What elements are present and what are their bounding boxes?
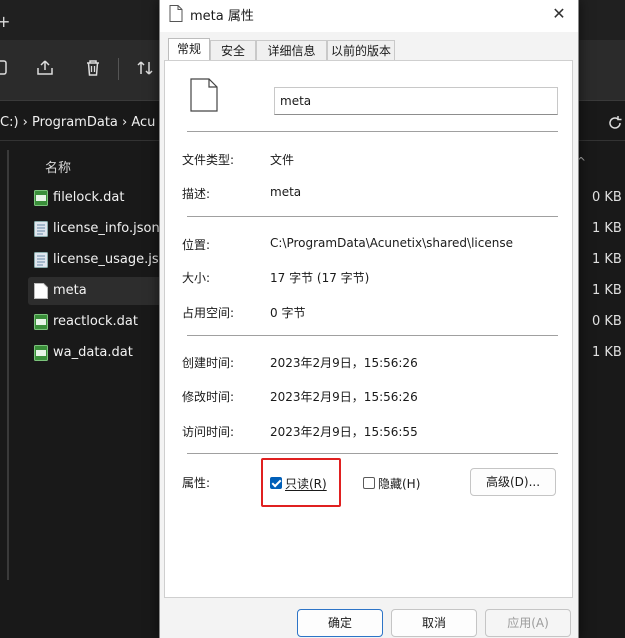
file-row[interactable]: reactlock.dat xyxy=(28,308,163,336)
file-name: wa_data.dat xyxy=(53,345,133,360)
file-size: 1 KB xyxy=(592,252,622,267)
accessed-label: 访问时间: xyxy=(182,425,235,439)
file-row[interactable]: wa_data.dat xyxy=(28,339,163,367)
share-icon[interactable] xyxy=(33,56,57,80)
ok-button[interactable]: 确定 xyxy=(297,609,383,637)
file-icon xyxy=(169,5,183,22)
file-row[interactable]: license_info.json xyxy=(28,215,163,243)
file-name-input[interactable] xyxy=(274,87,558,115)
tab-general[interactable]: 常规 xyxy=(168,38,210,61)
accessed-value: 2023年2月9日，15:56:55 xyxy=(270,425,418,439)
sort-icon[interactable] xyxy=(133,56,157,80)
toolbar-divider xyxy=(118,58,119,80)
description-label: 描述: xyxy=(182,187,211,201)
file-name: license_info.json xyxy=(53,221,160,236)
file-row[interactable]: filelock.dat xyxy=(28,184,163,212)
dialog-title-bar[interactable]: meta 属性 ✕ xyxy=(160,0,578,32)
general-tab-panel: 文件类型: 文件 描述: meta 位置: C:\ProgramData\Acu… xyxy=(164,60,573,598)
file-size: 0 KB xyxy=(592,190,622,205)
file-size: 1 KB xyxy=(592,283,622,298)
created-value: 2023年2月9日，15:56:26 xyxy=(270,356,418,370)
size-label: 大小: xyxy=(182,271,211,285)
separator xyxy=(187,131,558,132)
size-value: 17 字节 (17 字节) xyxy=(270,271,370,285)
hidden-label[interactable]: 隐藏(H) xyxy=(378,475,420,492)
file-type-value: 文件 xyxy=(270,153,295,167)
copy-icon[interactable] xyxy=(0,56,14,80)
close-button[interactable]: ✕ xyxy=(546,3,572,25)
readonly-label[interactable]: 只读(R) xyxy=(285,475,327,492)
file-size: 0 KB xyxy=(592,314,622,329)
modified-value: 2023年2月9日，15:56:26 xyxy=(270,390,418,404)
readonly-checkbox[interactable] xyxy=(270,477,282,489)
file-name: reactlock.dat xyxy=(53,314,138,329)
tab-details[interactable]: 详细信息 xyxy=(256,40,327,60)
new-tab-icon[interactable]: + xyxy=(0,12,10,31)
apply-button[interactable]: 应用(A) xyxy=(485,609,571,637)
dialog-title: meta 属性 xyxy=(190,9,254,24)
breadcrumb[interactable]: C:) › ProgramData › Acu xyxy=(0,108,155,138)
file-type-label: 文件类型: xyxy=(182,153,235,167)
separator xyxy=(187,335,558,336)
advanced-button[interactable]: 高级(D)... xyxy=(470,468,556,496)
delete-icon[interactable] xyxy=(81,56,105,80)
properties-dialog: meta 属性 ✕ 常规 安全 详细信息 以前的版本 文件类型: 文件 描述: … xyxy=(159,0,579,638)
file-size: 1 KB xyxy=(592,221,622,236)
file-name: meta xyxy=(53,283,87,298)
separator xyxy=(187,453,558,454)
separator xyxy=(187,216,558,217)
file-row[interactable]: meta xyxy=(28,277,163,305)
location-value: C:\ProgramData\Acunetix\shared\license xyxy=(270,236,513,250)
modified-label: 修改时间: xyxy=(182,390,235,404)
refresh-icon[interactable] xyxy=(607,115,623,131)
nav-pane-scrollbar[interactable] xyxy=(7,150,9,580)
hidden-checkbox[interactable] xyxy=(363,477,375,489)
location-label: 位置: xyxy=(182,238,211,252)
cancel-button[interactable]: 取消 xyxy=(391,609,477,637)
file-row[interactable]: license_usage.json xyxy=(28,246,175,274)
file-name: filelock.dat xyxy=(53,190,125,205)
file-type-icon xyxy=(190,78,218,112)
disk-size-value: 0 字节 xyxy=(270,306,306,320)
disk-size-label: 占用空间: xyxy=(182,306,235,320)
tab-security[interactable]: 安全 xyxy=(210,40,256,60)
created-label: 创建时间: xyxy=(182,356,235,370)
attributes-label: 属性: xyxy=(182,476,211,490)
description-value: meta xyxy=(270,185,302,199)
column-header-name[interactable]: 名称 xyxy=(45,157,71,176)
tab-previous-versions[interactable]: 以前的版本 xyxy=(327,40,395,60)
file-name: license_usage.json xyxy=(53,252,175,267)
file-size: 1 KB xyxy=(592,345,622,360)
